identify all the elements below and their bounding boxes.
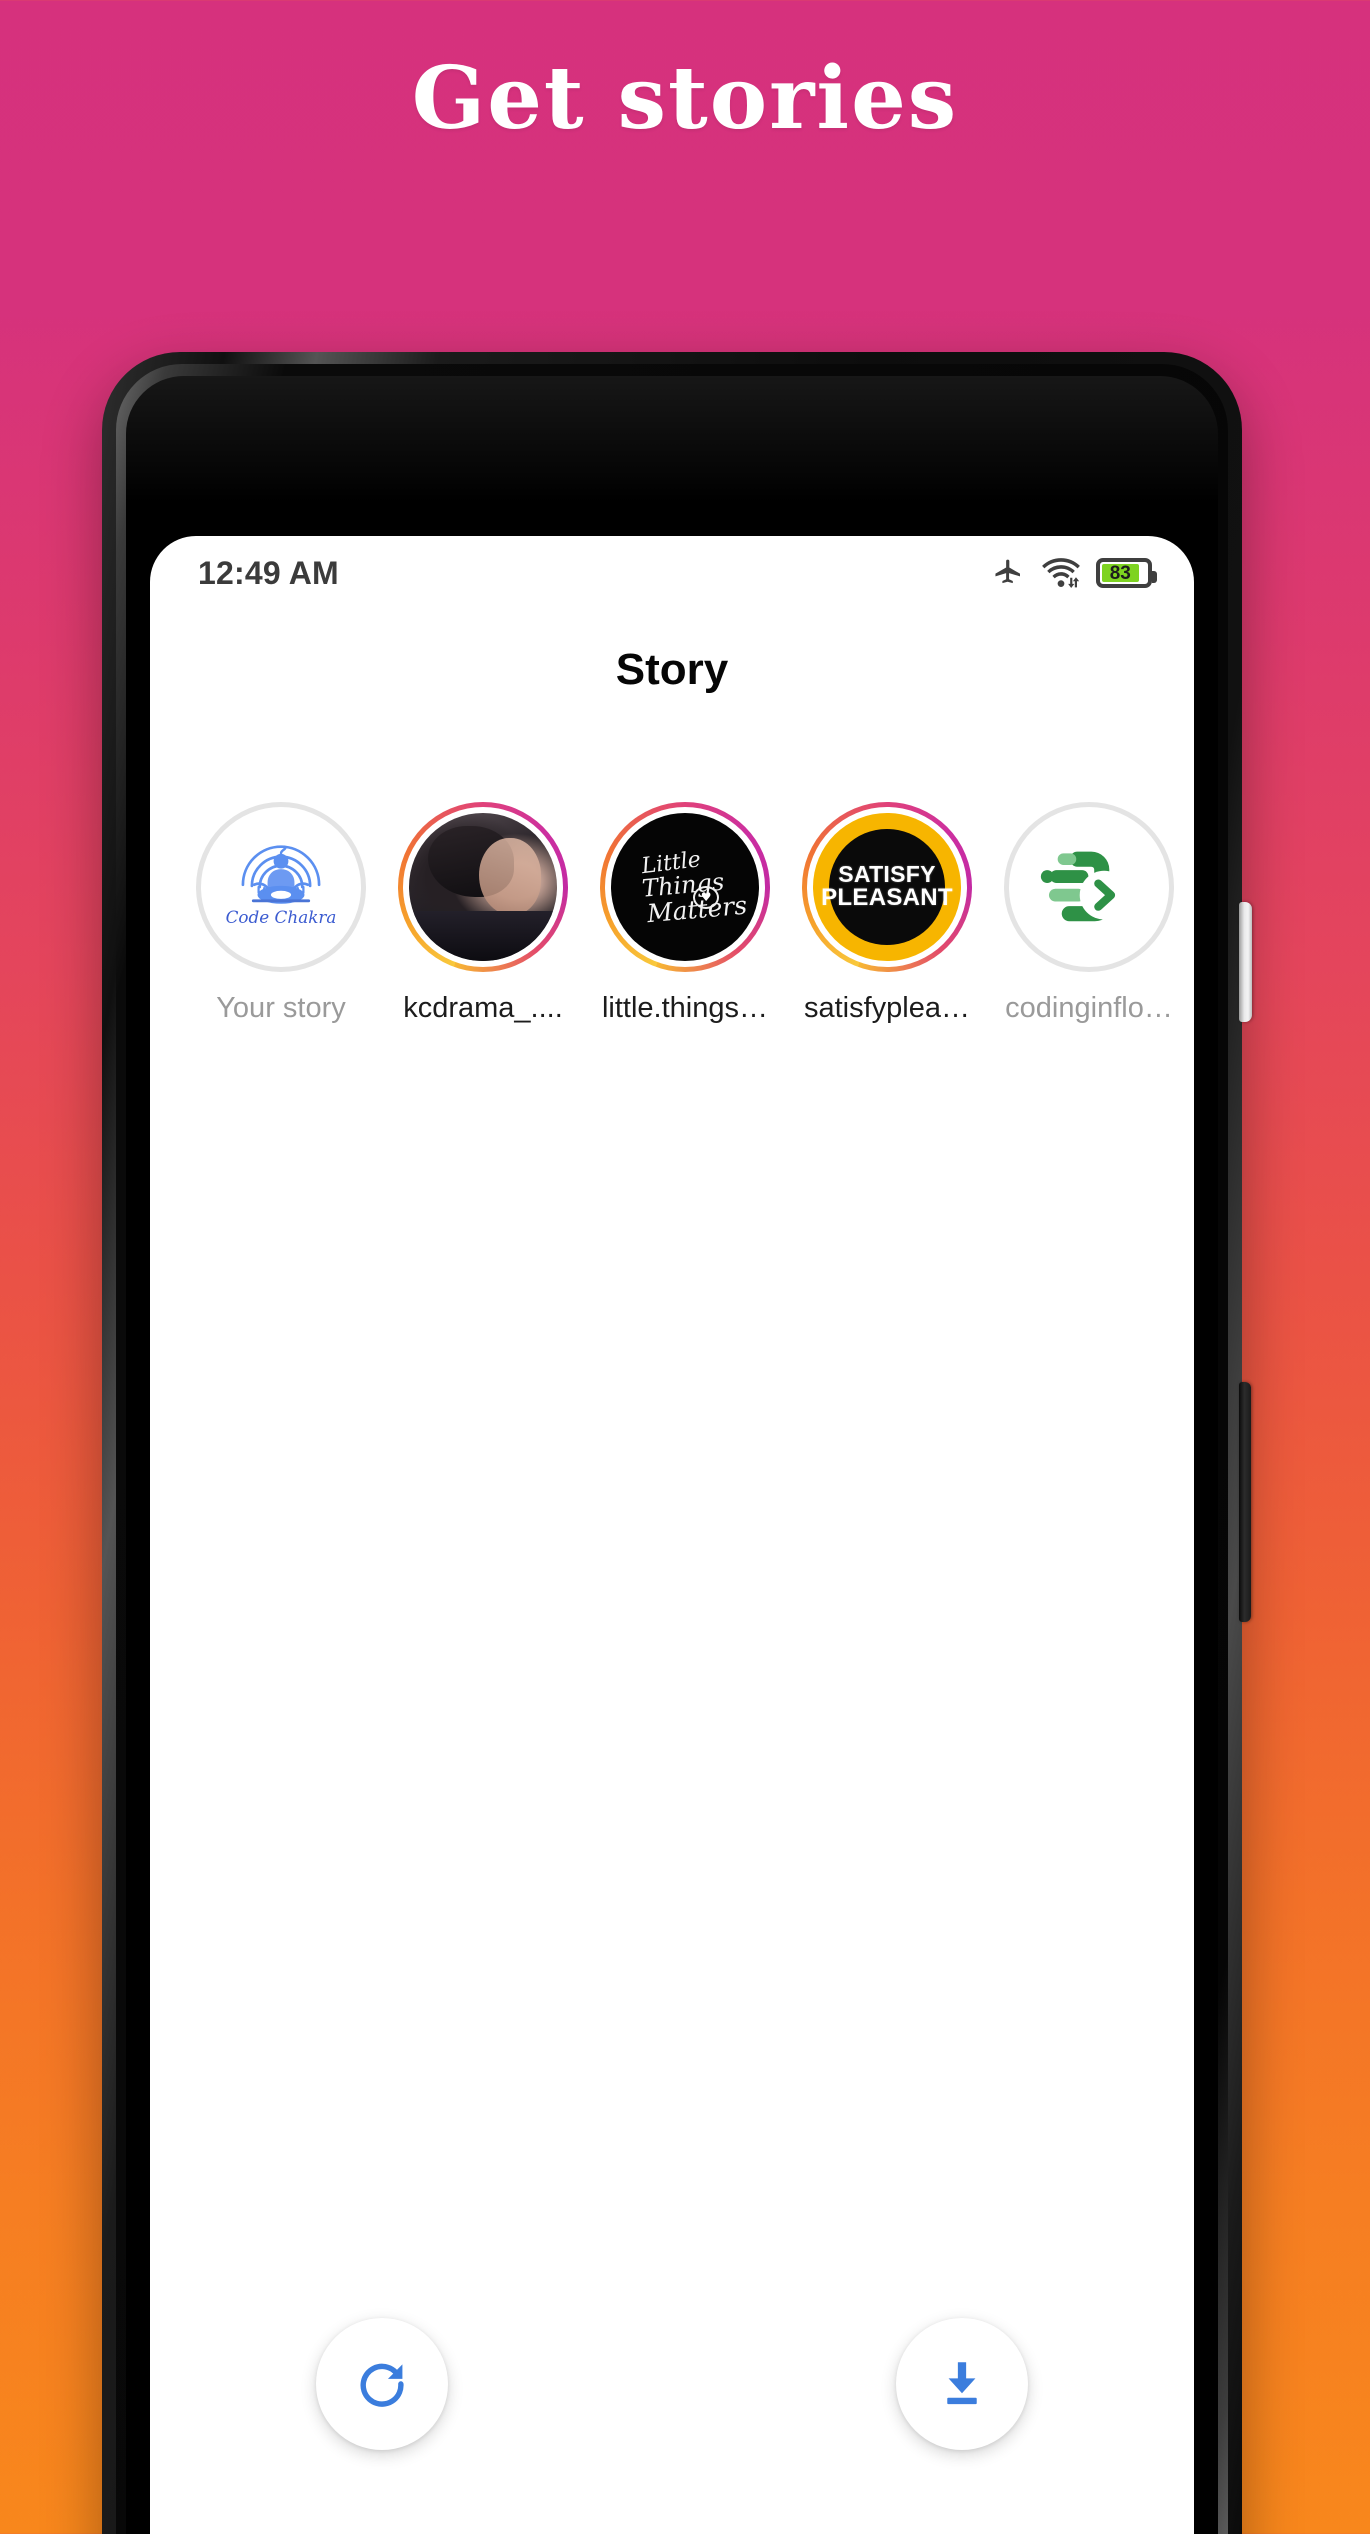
stories-list[interactable]: Code Chakra Your story kcdrama_.... Litt… xyxy=(150,730,1194,1025)
little-things-logo-icon: Little Things Matters ♥ xyxy=(611,813,759,961)
status-bar: 12:49 AM 83 xyxy=(150,536,1194,610)
photo-detail xyxy=(478,838,541,916)
status-time: 12:49 AM xyxy=(198,554,339,591)
codinginflow-logo-icon xyxy=(1015,813,1163,961)
story-ring-inner: SATISFY PLEASANT xyxy=(807,807,967,967)
svg-text:Code Chakra: Code Chakra xyxy=(226,907,337,927)
logo-line: PLEASANT xyxy=(821,884,953,912)
wifi-icon xyxy=(1042,557,1080,589)
story-ring-gradient: SATISFY PLEASANT xyxy=(802,802,972,972)
download-button[interactable] xyxy=(896,2318,1028,2450)
story-ring-plain: Code Chakra xyxy=(196,802,366,972)
heart-bubble-icon: ♥ xyxy=(693,885,720,909)
story-ring-inner xyxy=(1009,807,1169,967)
glass-reflection xyxy=(126,376,1218,526)
page-headline: Get stories xyxy=(411,48,959,149)
power-button[interactable] xyxy=(1239,902,1252,1022)
logo-text: Little Things Matters ♥ xyxy=(635,847,748,928)
code-chakra-logo-icon: Code Chakra xyxy=(207,813,355,961)
logo-disc: SATISFY PLEASANT xyxy=(821,829,953,945)
story-username: kcdrama_.... xyxy=(403,992,563,1024)
kcdrama-photo-icon xyxy=(409,813,557,961)
logo-line: SATISFY xyxy=(838,861,936,888)
story-item-codinginflow[interactable]: codinginflo… xyxy=(1000,802,1178,1025)
photo-detail xyxy=(409,910,557,961)
refresh-button[interactable] xyxy=(316,2318,448,2450)
story-username: Your story xyxy=(216,992,346,1024)
story-item-your-story[interactable]: Code Chakra Your story xyxy=(192,802,370,1025)
story-ring-gradient xyxy=(398,802,568,972)
airplane-icon xyxy=(990,557,1026,589)
story-item-satisfypleasant[interactable]: SATISFY PLEASANT satisfyplea… xyxy=(798,802,976,1025)
story-item-kcdrama[interactable]: kcdrama_.... xyxy=(394,802,572,1025)
story-ring-inner: Code Chakra xyxy=(201,807,361,967)
story-username: codinginflo… xyxy=(1005,992,1173,1024)
download-icon xyxy=(947,2362,977,2405)
phone-screen-glass: 12:49 AM 83 Story Code Chakra Your story… xyxy=(126,376,1218,2534)
status-icon-group: 83 xyxy=(990,557,1157,589)
page-title: Story xyxy=(615,645,729,694)
battery-icon: 83 xyxy=(1096,558,1157,588)
story-username: little.things… xyxy=(601,992,768,1024)
app-screen: 12:49 AM 83 Story Code Chakra Your story… xyxy=(150,536,1194,2534)
battery-percent: 83 xyxy=(1109,562,1131,584)
story-username: satisfyplea… xyxy=(803,992,970,1024)
phone-device: 12:49 AM 83 Story Code Chakra Your story… xyxy=(102,352,1252,2534)
story-ring-plain xyxy=(1004,802,1174,972)
satisfy-pleasant-logo-icon: SATISFY PLEASANT xyxy=(813,813,961,961)
story-ring-inner: Little Things Matters ♥ xyxy=(605,807,765,967)
volume-rocker-button[interactable] xyxy=(1239,1382,1251,1622)
refresh-icon xyxy=(360,2363,404,2407)
app-bar: Story xyxy=(150,610,1194,730)
story-item-little-things[interactable]: Little Things Matters ♥ little.things… xyxy=(596,802,774,1025)
battery-fill: 83 xyxy=(1102,562,1139,584)
story-ring-inner xyxy=(403,807,563,967)
story-ring-gradient: Little Things Matters ♥ xyxy=(600,802,770,972)
